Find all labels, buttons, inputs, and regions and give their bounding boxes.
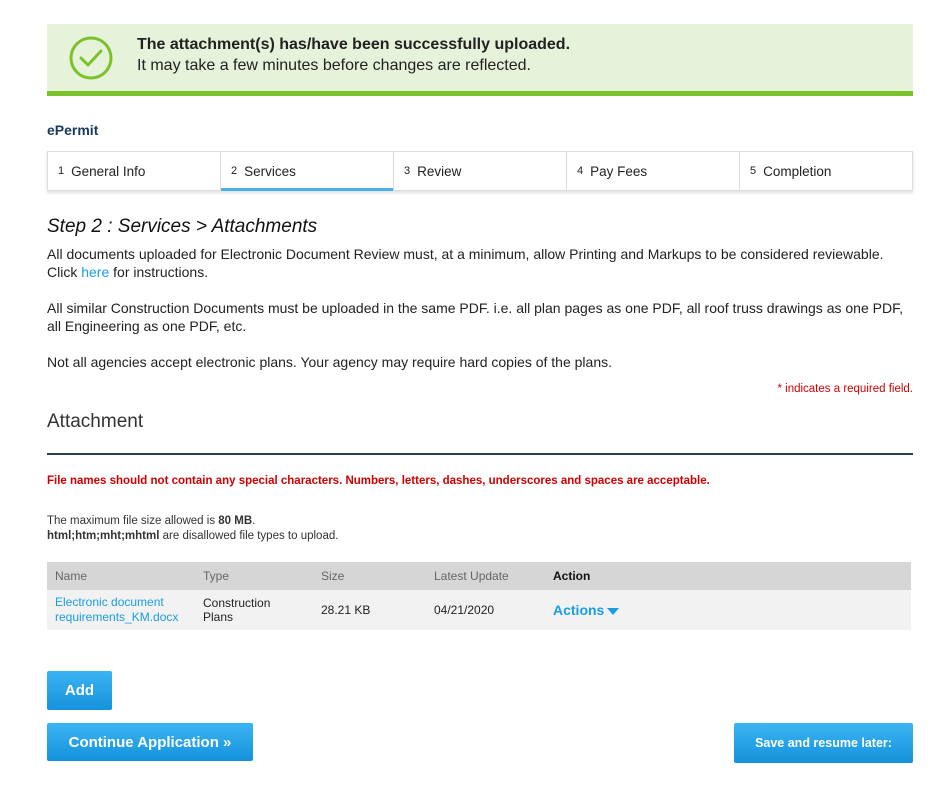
step-number: 2 (231, 165, 238, 177)
hard-copies-paragraph: Not all agencies accept electronic plans… (47, 354, 613, 370)
continue-application-button[interactable]: Continue Application » (47, 723, 253, 761)
step-label: General Info (71, 163, 146, 179)
step-number: 1 (58, 165, 65, 177)
column-header-latest-update[interactable]: Latest Update (426, 569, 545, 583)
step-completion: 5 Completion (740, 152, 912, 190)
max-size-value: 80 MB (218, 515, 253, 527)
cell-type: Construction Plans (195, 596, 313, 624)
table-header: Name Type Size Latest Update Action (47, 562, 911, 590)
add-button[interactable]: Add (47, 671, 112, 710)
banner-subtitle: It may take a few minutes before changes… (137, 57, 531, 74)
cell-name: Electronic document requirements_KM.docx (47, 595, 195, 625)
file-name-line2: requirements_KM.docx (55, 610, 179, 624)
type-line2: Plans (203, 610, 234, 624)
step-general-info: 1 General Info (48, 152, 221, 190)
max-size-text: The maximum file size allowed is (47, 515, 219, 527)
actions-label: Actions (553, 602, 605, 618)
step-number: 4 (577, 165, 584, 177)
step-label: Pay Fees (590, 163, 648, 179)
success-banner: The attachment(s) has/have been successf… (47, 24, 913, 96)
instructions-paragraph: All documents uploaded for Electronic Do… (47, 245, 913, 281)
column-header-type[interactable]: Type (195, 569, 313, 583)
step-indicator: 1 General Info 2 Services 3 Review 4 Pay… (47, 151, 913, 191)
step-services: 2 Services (221, 152, 394, 191)
step-label: Completion (763, 163, 832, 179)
type-line1: Construction (203, 596, 271, 610)
disallowed-text: are disallowed file types to upload. (159, 530, 339, 542)
instructions-text-end: for instructions. (109, 264, 209, 280)
page-title: Step 2 : Services > Attachments (47, 216, 318, 237)
save-and-resume-later-button[interactable]: Save and resume later: (734, 723, 913, 763)
module-name: ePermit (47, 122, 99, 138)
column-header-name[interactable]: Name (47, 569, 195, 583)
column-header-action: Action (553, 569, 591, 583)
max-size-suffix: . (252, 515, 256, 527)
caret-down-icon (607, 607, 620, 615)
filename-warning: File names should not contain any specia… (47, 475, 710, 487)
cell-latest-update: 04/21/2020 (434, 603, 495, 617)
step-label: Services (244, 163, 296, 179)
file-name-line1: Electronic document (55, 595, 164, 609)
cell-action: Actions (545, 602, 911, 618)
attachments-table: Name Type Size Latest Update Action Elec… (47, 562, 911, 630)
disallowed-types: html;htm;mht;mhtml (47, 530, 160, 542)
step-label: Review (417, 163, 462, 179)
cell-size: 28.21 KB (321, 603, 371, 617)
step-review: 3 Review (394, 152, 567, 190)
table-row: Electronic document requirements_KM.docx… (47, 590, 911, 630)
instructions-link[interactable]: here (81, 264, 109, 280)
banner-title: The attachment(s) has/have been successf… (137, 36, 571, 53)
column-header-size[interactable]: Size (313, 569, 426, 583)
required-field-note: * indicates a required field. (777, 383, 913, 395)
step-number: 3 (404, 165, 411, 177)
file-size-info: The maximum file size allowed is 80 MB. … (47, 514, 338, 544)
step-pay-fees: 4 Pay Fees (567, 152, 740, 190)
construction-docs-paragraph: All similar Construction Documents must … (47, 300, 903, 334)
section-divider (47, 453, 913, 455)
step-number: 5 (750, 165, 757, 177)
actions-dropdown[interactable]: Actions (553, 602, 620, 618)
attachment-file-link[interactable]: Electronic document requirements_KM.docx (55, 595, 195, 625)
check-circle-icon (69, 36, 113, 80)
attachment-section-title: Attachment (47, 411, 144, 432)
